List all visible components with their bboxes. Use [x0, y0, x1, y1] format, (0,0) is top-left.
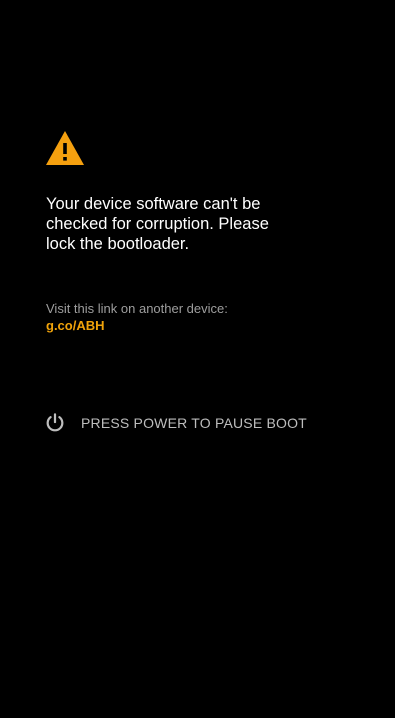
- warning-message-line: lock the bootloader.: [46, 235, 190, 253]
- help-link[interactable]: g.co/ABH: [46, 318, 105, 334]
- power-icon: [46, 413, 64, 432]
- warning-message-line: checked for corruption. Please: [46, 215, 269, 233]
- warning-triangle-icon: [46, 131, 84, 165]
- pause-boot-label: PRESS POWER TO PAUSE BOOT: [81, 415, 307, 431]
- boot-warning-screen: Your device software can't be checked fo…: [0, 0, 395, 718]
- warning-message-line: Your device software can't be: [46, 195, 261, 213]
- pause-boot-prompt: PRESS POWER TO PAUSE BOOT: [44, 411, 307, 435]
- warning-message: Your device software can't be checked fo…: [46, 194, 346, 254]
- visit-link-label: Visit this link on another device:: [46, 301, 228, 316]
